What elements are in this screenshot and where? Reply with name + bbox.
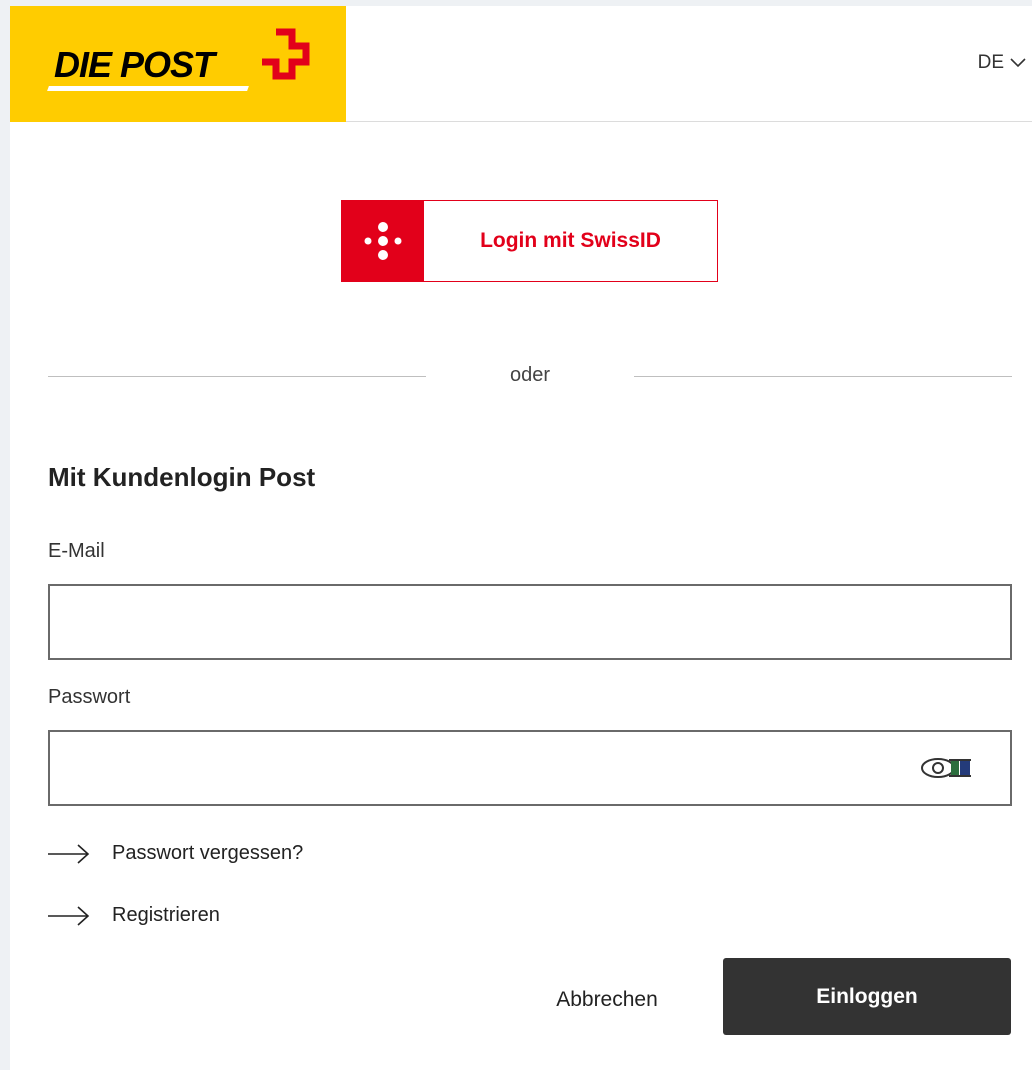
arrow-right-icon — [48, 905, 90, 926]
logo-text: DIE POST — [54, 44, 215, 85]
register-label: Registrieren — [112, 904, 220, 926]
login-page: DIE POST DE Login mit SwissID oder Mit K… — [10, 6, 1032, 1070]
email-label: E-Mail — [48, 540, 105, 562]
die-post-logo[interactable]: DIE POST — [10, 6, 346, 122]
password-field[interactable] — [48, 730, 1012, 806]
language-selector[interactable]: DE — [978, 52, 1026, 74]
swissid-icon-box — [342, 201, 424, 281]
swiss-cross-icon — [262, 28, 310, 80]
logo-underline — [47, 86, 249, 91]
eye-icon[interactable] — [920, 756, 980, 780]
language-label: DE — [977, 52, 1004, 73]
header: DIE POST DE — [10, 6, 1032, 122]
form-title: Mit Kundenlogin Post — [48, 462, 316, 492]
email-field[interactable] — [48, 584, 1012, 660]
swissid-login-button[interactable]: Login mit SwissID — [341, 200, 718, 282]
swissid-dots-icon — [364, 222, 402, 260]
password-label: Passwort — [48, 686, 131, 708]
or-divider: oder — [48, 364, 1012, 392]
forgot-password-label: Passwort vergessen? — [112, 842, 304, 864]
arrow-right-icon — [48, 843, 90, 864]
divider-line-right — [634, 376, 1012, 377]
login-button[interactable]: Einloggen — [723, 958, 1011, 1035]
cancel-button[interactable]: Abbrechen — [532, 978, 682, 1022]
chevron-down-icon — [1010, 58, 1026, 68]
register-link[interactable]: Registrieren — [48, 904, 220, 927]
swissid-button-label: Login mit SwissID — [480, 229, 661, 252]
forgot-password-link[interactable]: Passwort vergessen? — [48, 842, 303, 865]
